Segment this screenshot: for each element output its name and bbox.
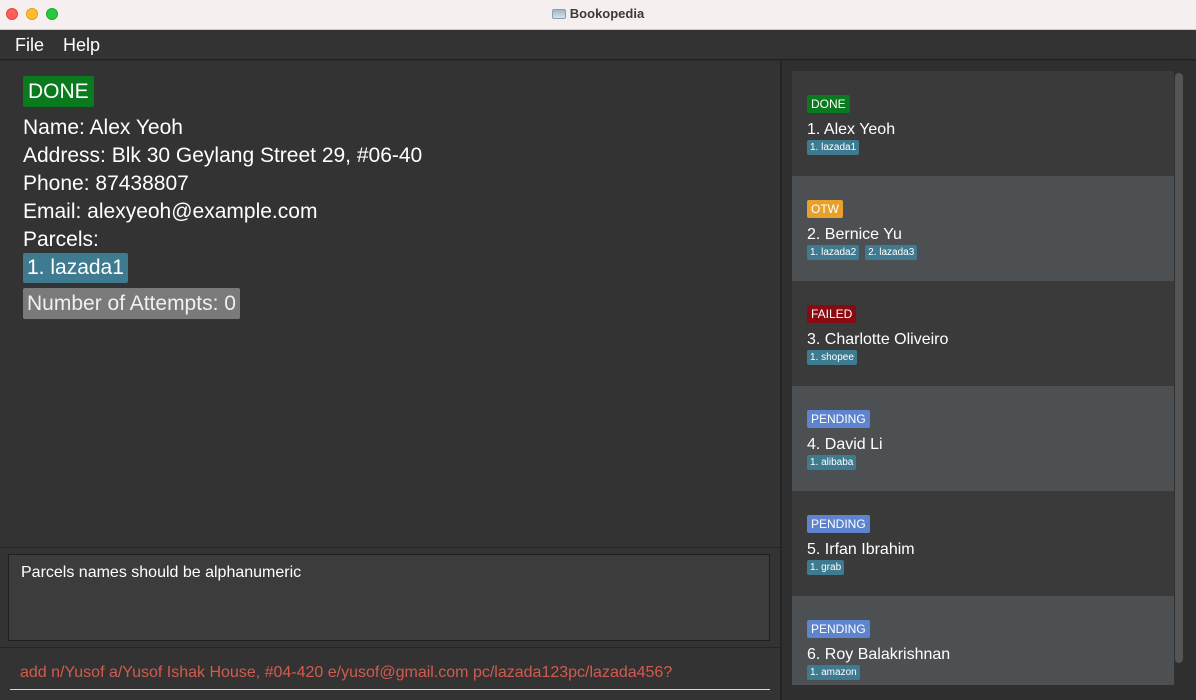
detail-email: Email: alexyeoh@example.com xyxy=(23,200,318,223)
title-bar: Bookopedia xyxy=(0,0,1196,30)
person-list-panel: DONE 1. Alex Yeoh 1. lazada1 OTW 2. Bern… xyxy=(782,61,1196,700)
card-status-badge: PENDING xyxy=(807,620,870,638)
detail-status-badge: DONE xyxy=(23,76,94,107)
card-status-badge: FAILED xyxy=(807,305,857,323)
person-card[interactable]: DONE 1. Alex Yeoh 1. lazada1 xyxy=(792,71,1174,176)
person-card[interactable]: FAILED 3. Charlotte Oliveiro 1. shopee xyxy=(792,281,1174,386)
result-display-area: Parcels names should be alphanumeric xyxy=(0,547,780,647)
card-name: 4. David Li xyxy=(807,436,883,453)
card-parcel-tag: 1. lazada2 xyxy=(807,245,860,260)
card-name: 1. Alex Yeoh xyxy=(807,121,896,138)
card-name: 6. Roy Balakrishnan xyxy=(807,646,951,663)
detail-parcels-label: Parcels: xyxy=(23,228,99,251)
menu-file[interactable]: File xyxy=(15,35,44,56)
command-box-area xyxy=(0,647,780,700)
card-parcel-list: 1. amazon xyxy=(807,665,866,680)
detail-phone: Phone: 87438807 xyxy=(23,172,189,195)
card-parcel-tag: 2. lazada3 xyxy=(865,245,918,260)
person-detail-panel: DONE Name: Alex Yeoh Address: Blk 30 Gey… xyxy=(0,61,780,547)
card-parcel-list: 1. lazada2 2. lazada3 xyxy=(807,245,923,260)
detail-name: Name: Alex Yeoh xyxy=(23,116,183,139)
card-status-badge: PENDING xyxy=(807,515,870,533)
person-list: DONE 1. Alex Yeoh 1. lazada1 OTW 2. Bern… xyxy=(792,71,1174,685)
app-icon xyxy=(551,9,566,19)
command-input[interactable] xyxy=(10,656,770,690)
card-parcel-tag: 1. amazon xyxy=(807,665,860,680)
card-parcel-tag: 1. grab xyxy=(807,560,845,575)
card-status-badge: OTW xyxy=(807,200,843,218)
result-message: Parcels names should be alphanumeric xyxy=(21,564,302,581)
card-parcel-list: 1. alibaba xyxy=(807,455,862,470)
menu-help[interactable]: Help xyxy=(63,35,100,56)
card-parcel-list: 1. grab xyxy=(807,560,850,575)
card-name: 2. Bernice Yu xyxy=(807,226,902,243)
card-parcel-list: 1. lazada1 xyxy=(807,140,865,155)
person-card[interactable]: PENDING 4. David Li 1. alibaba xyxy=(792,386,1174,491)
menu-bar: File Help xyxy=(0,30,1196,60)
card-parcel-tag: 1. lazada1 xyxy=(807,140,860,155)
card-status-badge: DONE xyxy=(807,95,850,113)
card-name: 5. Irfan Ibrahim xyxy=(807,541,915,558)
result-display[interactable]: Parcels names should be alphanumeric xyxy=(8,554,770,641)
detail-address: Address: Blk 30 Geylang Street 29, #06-4… xyxy=(23,144,423,167)
detail-parcel-tag: 1. lazada1 xyxy=(23,253,128,283)
card-name: 3. Charlotte Oliveiro xyxy=(807,331,949,348)
card-parcel-tag: 1. shopee xyxy=(807,350,857,365)
card-parcel-tag: 1. alibaba xyxy=(807,455,857,470)
detail-attempts-badge: Number of Attempts: 0 xyxy=(23,288,240,319)
card-parcel-list: 1. shopee xyxy=(807,350,863,365)
person-card[interactable]: PENDING 5. Irfan Ibrahim 1. grab xyxy=(792,491,1174,596)
person-card[interactable]: PENDING 6. Roy Balakrishnan 1. amazon xyxy=(792,596,1174,685)
list-scrollbar-thumb[interactable] xyxy=(1175,73,1183,663)
card-status-badge: PENDING xyxy=(807,410,870,428)
list-scrollbar[interactable] xyxy=(1174,71,1184,685)
window-title: Bookopedia xyxy=(569,6,645,21)
person-card[interactable]: OTW 2. Bernice Yu 1. lazada2 2. lazada3 xyxy=(792,176,1174,281)
